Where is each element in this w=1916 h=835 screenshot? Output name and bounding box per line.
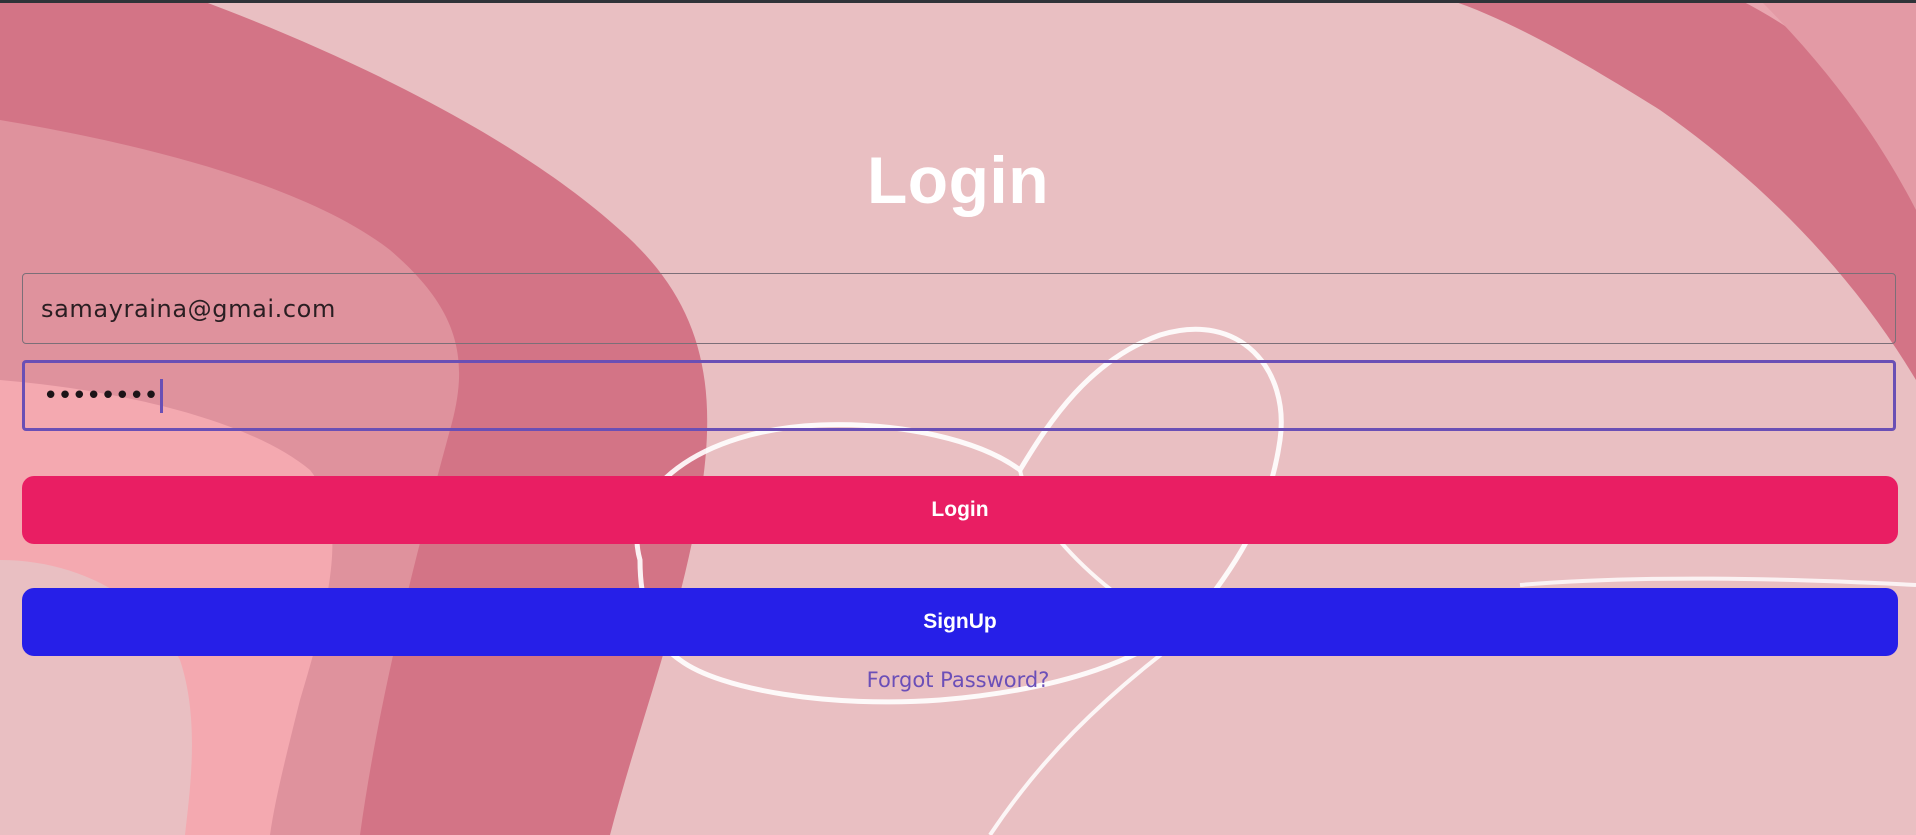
page-title: Login [866, 143, 1050, 217]
email-field[interactable]: samayraina@gmai.com [22, 273, 1896, 344]
text-caret [159, 378, 163, 413]
window-top-border [0, 0, 1916, 3]
email-value: samayraina@gmai.com [41, 294, 336, 323]
login-button[interactable]: Login [22, 476, 1898, 544]
password-masked-value: •••••••• [43, 380, 159, 411]
forgot-password-link[interactable]: Forgot Password? [0, 668, 1916, 692]
login-page: Login samayraina@gmai.com •••••••• Login… [0, 0, 1916, 835]
password-field[interactable]: •••••••• [22, 360, 1896, 431]
signup-button[interactable]: SignUp [22, 588, 1898, 656]
login-form-area: Login samayraina@gmai.com •••••••• Login… [0, 0, 1916, 835]
